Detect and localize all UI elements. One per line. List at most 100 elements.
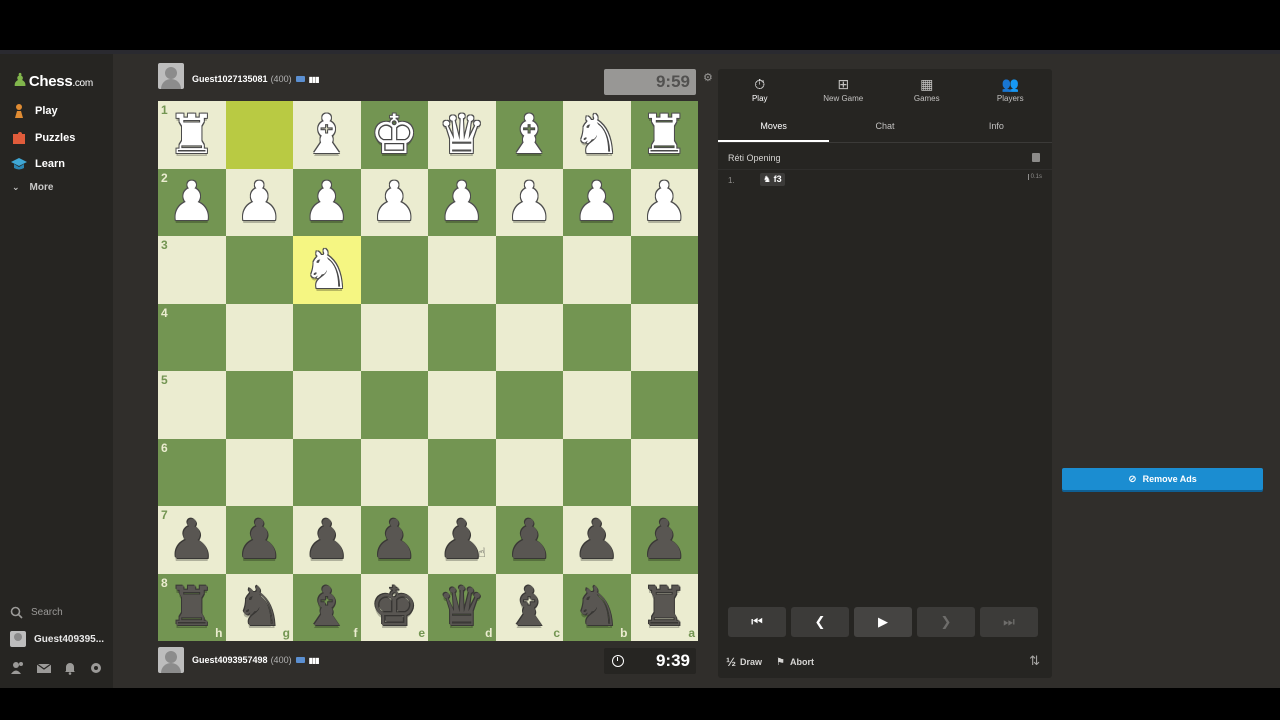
board-square-g1[interactable] xyxy=(225,101,293,169)
board-square-f1[interactable]: ♝ xyxy=(293,101,361,169)
white-king-icon[interactable]: ♚ xyxy=(370,107,418,162)
play-moves-button[interactable]: ▶ xyxy=(854,607,912,637)
board-square-f8[interactable]: f ♝ xyxy=(293,573,361,641)
board-square-g6[interactable] xyxy=(225,438,293,506)
tab-games[interactable]: ▦ Games xyxy=(885,69,969,109)
board-square-d3[interactable] xyxy=(428,236,496,304)
black-pawn-icon[interactable]: ♟ xyxy=(640,512,688,567)
white-rook-icon[interactable]: ♜ xyxy=(640,107,688,162)
avatar[interactable] xyxy=(158,647,184,673)
black-pawn-icon[interactable]: ♟ xyxy=(370,512,418,567)
white-queen-icon[interactable]: ♛ xyxy=(438,107,486,162)
board-square-d2[interactable]: ♟ xyxy=(428,168,496,236)
white-knight-icon[interactable]: ♞ xyxy=(573,107,621,162)
board-square-f7[interactable]: ♟ xyxy=(293,506,361,574)
board-square-a2[interactable]: ♟ xyxy=(630,168,698,236)
avatar[interactable] xyxy=(158,63,184,89)
opening-name[interactable]: Réti Opening xyxy=(728,153,781,163)
board-square-h8[interactable]: 8 h ♜ xyxy=(158,573,226,641)
board-square-b6[interactable] xyxy=(563,438,631,506)
board-square-b2[interactable]: ♟ xyxy=(563,168,631,236)
board-square-b8[interactable]: b ♞ xyxy=(563,573,631,641)
board-square-e7[interactable]: ♟ xyxy=(360,506,428,574)
board-square-b1[interactable]: ♞ xyxy=(563,101,631,169)
tab-players[interactable]: 👥 Players xyxy=(969,69,1053,109)
black-bishop-icon[interactable]: ♝ xyxy=(505,580,553,634)
mail-icon[interactable] xyxy=(36,661,52,675)
black-pawn-icon[interactable]: ♟ xyxy=(303,512,351,567)
board-square-d7[interactable]: ♟ xyxy=(428,506,496,574)
board-square-g4[interactable] xyxy=(225,303,293,371)
remove-ads-button[interactable]: ⊘ Remove Ads xyxy=(1062,468,1263,490)
board-square-c5[interactable] xyxy=(495,371,563,439)
board-square-e1[interactable]: ♚ xyxy=(360,101,428,169)
board-square-c4[interactable] xyxy=(495,303,563,371)
board-square-a8[interactable]: a ♜ xyxy=(630,573,698,641)
board-square-c2[interactable]: ♟ xyxy=(495,168,563,236)
sidebar-item-play[interactable]: Play xyxy=(10,101,58,121)
board-square-c7[interactable]: ♟ xyxy=(495,506,563,574)
board-square-h5[interactable]: 5 xyxy=(158,371,226,439)
board-square-e4[interactable] xyxy=(360,303,428,371)
flip-board-icon[interactable]: ⇅ xyxy=(1029,653,1040,669)
board-square-h1[interactable]: 1 ♜ xyxy=(158,101,226,169)
board-square-g7[interactable]: ♟ xyxy=(225,506,293,574)
board-square-g5[interactable] xyxy=(225,371,293,439)
black-rook-icon[interactable]: ♜ xyxy=(168,580,216,634)
black-pawn-icon[interactable]: ♟ xyxy=(235,512,283,567)
black-king-icon[interactable]: ♚ xyxy=(370,580,418,634)
board-square-b5[interactable] xyxy=(563,371,631,439)
board-square-b4[interactable] xyxy=(563,303,631,371)
board-settings-gear-icon[interactable]: ⚙ xyxy=(703,71,713,84)
sidebar-item-puzzles[interactable]: Puzzles xyxy=(10,128,75,148)
board-square-c6[interactable] xyxy=(495,438,563,506)
board-square-c1[interactable]: ♝ xyxy=(495,101,563,169)
previous-move-button[interactable]: ❮ xyxy=(791,607,849,637)
abort-button[interactable]: Abort xyxy=(790,657,814,667)
black-bishop-icon[interactable]: ♝ xyxy=(303,580,351,634)
player-name[interactable]: Guest4093957498 xyxy=(192,655,268,665)
board-square-f3[interactable]: ♞ xyxy=(293,236,361,304)
board-square-c8[interactable]: c ♝ xyxy=(495,573,563,641)
board-square-g8[interactable]: g ♞ xyxy=(225,573,293,641)
board-square-h7[interactable]: 7 ♟ xyxy=(158,506,226,574)
white-rook-icon[interactable]: ♜ xyxy=(168,107,216,162)
board-square-d6[interactable] xyxy=(428,438,496,506)
first-move-button[interactable]: ⏮ xyxy=(728,607,786,637)
sidebar-item-learn[interactable]: Learn xyxy=(10,154,65,174)
sidebar-search[interactable]: Search xyxy=(10,606,63,619)
white-pawn-icon[interactable]: ♟ xyxy=(370,175,418,229)
sidebar-user[interactable]: Guest409395... xyxy=(10,631,104,647)
board-square-d4[interactable] xyxy=(428,303,496,371)
next-move-button[interactable]: ❯ xyxy=(917,607,975,637)
board-square-h3[interactable]: 3 xyxy=(158,236,226,304)
board-square-h6[interactable]: 6 xyxy=(158,438,226,506)
board-square-b3[interactable] xyxy=(563,236,631,304)
tab-play[interactable]: ⏱ Play xyxy=(718,69,802,109)
board-square-g2[interactable]: ♟ xyxy=(225,168,293,236)
draw-button[interactable]: Draw xyxy=(740,657,762,667)
bell-icon[interactable] xyxy=(62,661,78,675)
tab-chat[interactable]: Chat xyxy=(829,109,940,142)
board-square-f4[interactable] xyxy=(293,303,361,371)
white-pawn-icon[interactable]: ♟ xyxy=(505,175,553,229)
opponent-name[interactable]: Guest1027135081 xyxy=(192,74,268,84)
board-square-e2[interactable]: ♟ xyxy=(360,168,428,236)
white-pawn-icon[interactable]: ♟ xyxy=(640,175,688,229)
black-knight-icon[interactable]: ♞ xyxy=(235,580,283,634)
board-square-f2[interactable]: ♟ xyxy=(293,168,361,236)
board-square-h4[interactable]: 4 xyxy=(158,303,226,371)
board-square-a7[interactable]: ♟ xyxy=(630,506,698,574)
tab-info[interactable]: Info xyxy=(941,109,1052,142)
white-pawn-icon[interactable]: ♟ xyxy=(438,175,486,229)
board-square-a3[interactable] xyxy=(630,236,698,304)
gear-icon[interactable] xyxy=(88,661,104,675)
chess-board[interactable]: 1 ♜ ♝ ♚ ♛ ♝ ♞ ♜ 2 ♟ ♟ ♟ ♟ ♟ ♟ ♟ ♟ 3 ♞ 4 5 6 7 ♟ ♟ ♟ ♟ ♟ ♟ ♟ ♟ 8 h ♜ g ♞ f ♝ e ♚… xyxy=(158,101,698,641)
white-bishop-icon[interactable]: ♝ xyxy=(303,107,351,162)
black-knight-icon[interactable]: ♞ xyxy=(573,580,621,634)
friends-icon[interactable] xyxy=(10,661,26,675)
board-square-g3[interactable] xyxy=(225,236,293,304)
board-square-a1[interactable]: ♜ xyxy=(630,101,698,169)
tab-new-game[interactable]: ⊞ New Game xyxy=(802,69,886,109)
board-square-e3[interactable] xyxy=(360,236,428,304)
